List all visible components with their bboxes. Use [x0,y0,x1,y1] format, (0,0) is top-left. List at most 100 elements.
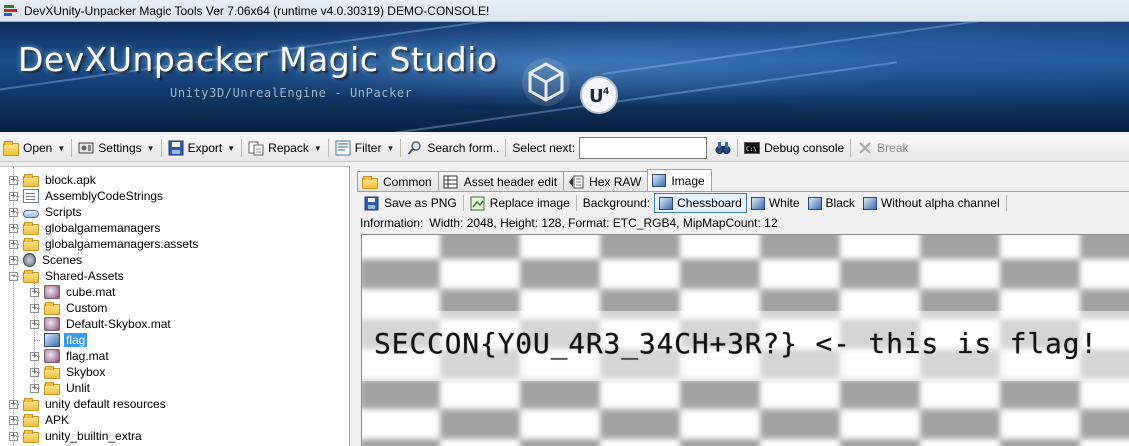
folder-icon [44,366,60,379]
tree-item-label: flag [64,333,88,347]
image-icon [750,196,765,210]
filter-icon [335,140,351,156]
tree-item[interactable]: + Default-Skybox.mat [30,316,173,332]
open-button[interactable]: Open ▼ [0,137,68,159]
toolbar-divider [160,139,162,157]
tree-item-label: unity default resources [45,397,166,411]
toolbar-divider [462,195,464,211]
save-as-png-label: Save as PNG [384,196,457,210]
background-chessboard-button[interactable]: Chessboard [654,193,747,213]
save-disk-icon [364,196,380,211]
background-black-button[interactable]: Black [804,193,859,213]
banner-subtitle: Unity3D/UnrealEngine - UnPacker [170,86,413,100]
tree-connector [13,420,19,421]
select-next-group: Select next: [509,137,710,159]
tree-item[interactable]: + Scripts [9,204,84,220]
image-icon [807,196,822,210]
tree-connector [34,340,40,341]
folder-icon [44,302,60,315]
window-title: DevXUnity-Unpacker Magic Tools Ver 7.06x… [24,3,490,18]
filter-button[interactable]: Filter ▼ [332,137,398,159]
tree-connector [34,308,40,309]
document-icon [23,189,39,203]
toolbar-divider [241,139,243,157]
tree-connector [13,228,19,229]
chevron-down-icon: ▼ [57,143,66,153]
folder-icon [23,398,39,411]
asset-tree[interactable]: + block.apk + AssemblyCodeStrings + Scripts + g… [0,166,350,446]
material-icon [44,349,60,363]
tree-item[interactable]: + unity_builtin_extra [9,428,144,444]
material-icon [44,317,60,331]
settings-button[interactable]: Settings ▼ [75,137,157,159]
settings-label: Settings [98,141,142,155]
folder-icon [362,175,378,189]
hex-icon [568,175,584,189]
tree-item-label: globalgamemanagers [45,221,161,235]
search-icon [407,140,423,156]
debug-console-button[interactable]: C:\ Debug console [741,137,847,159]
export-button[interactable]: Export ▼ [165,137,239,159]
tab-common-label: Common [383,174,432,189]
toolbar-divider [850,139,852,157]
image-preview[interactable]: SECCON{Y0U_4R3_34CH+3R?} <- this is flag… [361,234,1129,446]
unity-logo-icon [522,58,570,106]
without-alpha-button[interactable]: Without alpha channel [859,193,1004,213]
chevron-down-icon: ▼ [146,143,155,153]
tab-common[interactable]: Common [357,171,439,191]
black-label: Black [825,196,855,210]
tree-item[interactable]: + flag.mat [30,348,111,364]
tree-item[interactable]: + Skybox [30,364,107,380]
tree-item-label: AssemblyCodeStrings [45,189,164,203]
settings-icon [78,140,94,156]
select-next-label: Select next: [512,141,576,155]
main-toolbar: Open ▼ Settings ▼ Export ▼ Repack ▼ Filt… [0,135,1129,162]
image-icon [44,333,60,347]
folder-icon [23,270,39,283]
tree-item[interactable]: + AssemblyCodeStrings [9,188,165,204]
repack-button[interactable]: Repack ▼ [245,137,325,159]
tab-hex-raw-label: Hex RAW [589,174,642,189]
toolbar-divider [327,139,329,157]
save-disk-icon [168,140,184,156]
tree-item[interactable]: + block.apk [9,172,98,188]
tab-hex-raw[interactable]: Hex RAW [563,171,649,191]
tree-item[interactable]: − Shared-Assets [9,268,126,284]
tree-item-label: unity_builtin_extra [45,429,142,443]
info-text: Width: 2048, Height: 128, Format: ETC_RG… [429,216,778,230]
tree-connector [34,372,40,373]
banner-brand: DevXUnpacker Magic Studio [18,40,498,79]
app-window: DevXUnity-Unpacker Magic Tools Ver 7.06x… [0,0,1129,446]
tree-item[interactable]: + Scenes [9,252,84,268]
search-form-label: Search form.. [427,141,500,155]
tab-image[interactable]: Image [647,169,712,191]
find-next-button[interactable] [712,137,734,159]
tree-connector [13,276,19,277]
svg-text:C:\: C:\ [746,146,757,153]
tree-item[interactable]: + Custom [30,300,109,316]
repack-icon [248,140,264,156]
console-icon: C:\ [744,140,761,156]
svg-text:U: U [589,86,604,107]
open-folder-icon [3,140,19,156]
background-white-button[interactable]: White [747,193,804,213]
select-next-input[interactable] [579,137,708,159]
tree-item[interactable]: + cube.mat [30,284,117,300]
replace-image-button[interactable]: Replace image [466,193,574,213]
tree-connector [13,260,19,261]
detail-pane: Common Asset header edit Hex RAW Image S… [357,166,1129,446]
tree-item[interactable]: + globalgamemanagers.assets [9,236,200,252]
open-label: Open [23,141,53,155]
save-as-png-button[interactable]: Save as PNG [360,193,461,213]
search-form-button[interactable]: Search form.. [404,137,502,159]
scene-icon [23,253,36,267]
tree-item[interactable]: + globalgamemanagers [9,220,162,236]
tab-asset-header-edit[interactable]: Asset header edit [437,171,565,191]
break-label: Break [877,141,909,155]
break-button[interactable]: Break [854,137,911,159]
tree-item[interactable]: + unity default resources [9,396,168,412]
tree-connector [34,292,40,293]
tree-item-label: globalgamemanagers.assets [45,237,199,251]
folder-icon [23,222,39,235]
script-icon [23,209,39,218]
